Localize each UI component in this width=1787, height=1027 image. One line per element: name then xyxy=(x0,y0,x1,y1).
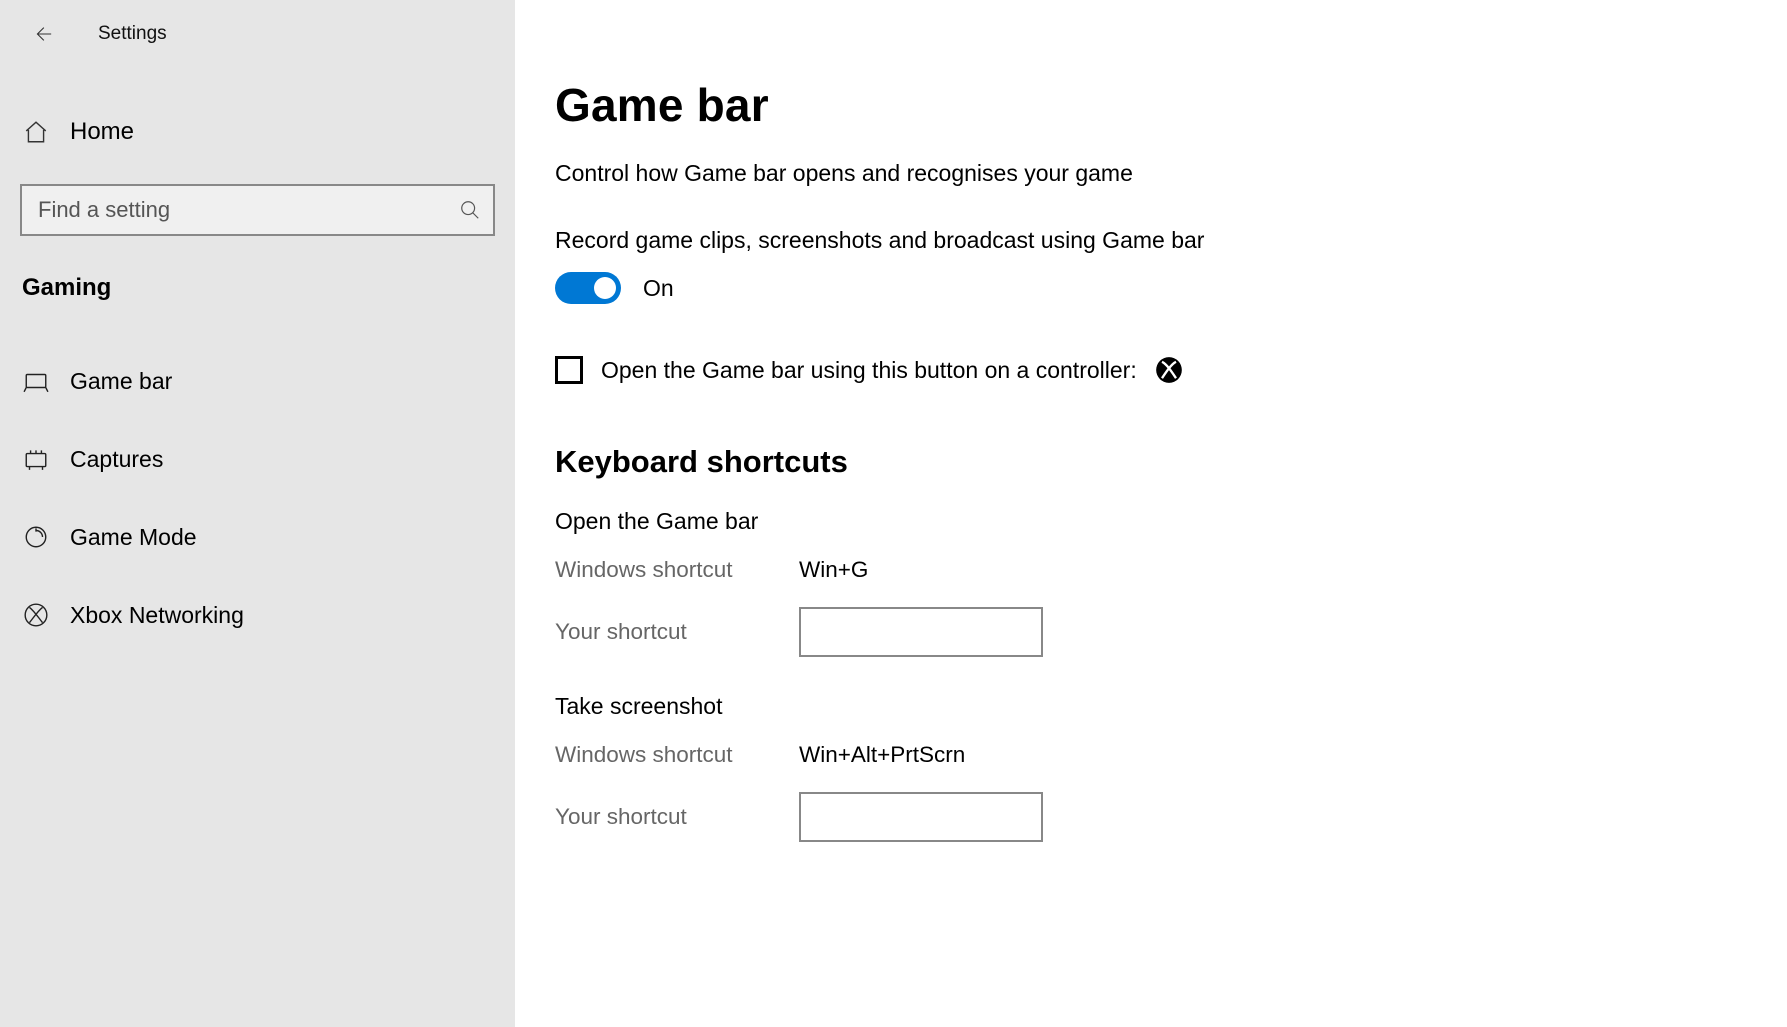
search-container xyxy=(20,184,495,236)
xbox-logo-icon xyxy=(1155,356,1183,384)
game-mode-icon xyxy=(22,524,50,550)
app-title: Settings xyxy=(98,23,167,45)
controller-checkbox-row: Open the Game bar using this button on a… xyxy=(555,356,1727,384)
your-shortcut-input[interactable] xyxy=(799,792,1043,842)
shortcut-group-take-screenshot: Take screenshot Windows shortcut Win+Alt… xyxy=(555,693,1727,842)
windows-shortcut-label: Windows shortcut xyxy=(555,557,799,583)
sidebar-item-game-bar[interactable]: Game bar xyxy=(0,342,515,420)
controller-checkbox[interactable] xyxy=(555,356,583,384)
your-shortcut-input[interactable] xyxy=(799,607,1043,657)
controller-checkbox-label: Open the Game bar using this button on a… xyxy=(601,357,1137,384)
main-content: Game bar Control how Game bar opens and … xyxy=(515,0,1787,1027)
shortcut-title: Open the Game bar xyxy=(555,508,1727,535)
sidebar-item-label: Game Mode xyxy=(70,524,197,551)
shortcut-title: Take screenshot xyxy=(555,693,1727,720)
shortcut-row-user: Your shortcut xyxy=(555,792,1727,842)
back-button[interactable] xyxy=(22,14,62,54)
captures-icon xyxy=(22,446,50,472)
page-title: Game bar xyxy=(555,78,1727,132)
home-icon xyxy=(22,119,50,145)
shortcuts-heading: Keyboard shortcuts xyxy=(555,444,1727,480)
sidebar-header: Settings xyxy=(0,10,515,58)
your-shortcut-label: Your shortcut xyxy=(555,804,799,830)
shortcut-row-user: Your shortcut xyxy=(555,607,1727,657)
windows-shortcut-value: Win+Alt+PrtScrn xyxy=(799,742,965,768)
sidebar-item-home[interactable]: Home xyxy=(0,100,515,164)
search-icon xyxy=(459,199,481,221)
your-shortcut-label: Your shortcut xyxy=(555,619,799,645)
windows-shortcut-value: Win+G xyxy=(799,557,868,583)
record-toggle-row: On xyxy=(555,272,1727,304)
search-input[interactable] xyxy=(20,184,495,236)
record-toggle-state: On xyxy=(643,275,674,302)
sidebar-item-label: Captures xyxy=(70,446,163,473)
shortcut-group-open-game-bar: Open the Game bar Windows shortcut Win+G… xyxy=(555,508,1727,657)
sidebar: Settings Home Gaming Game bar Captures xyxy=(0,0,515,1027)
page-subtitle: Control how Game bar opens and recognise… xyxy=(555,160,1727,187)
category-label: Gaming xyxy=(22,274,515,302)
xbox-networking-icon xyxy=(22,602,50,628)
game-bar-icon xyxy=(22,368,50,394)
sidebar-item-game-mode[interactable]: Game Mode xyxy=(0,498,515,576)
home-label: Home xyxy=(70,118,134,146)
record-toggle-label: Record game clips, screenshots and broad… xyxy=(555,227,1727,254)
nav-list: Game bar Captures Game Mode Xbox Network… xyxy=(0,342,515,654)
sidebar-item-label: Game bar xyxy=(70,368,172,395)
record-toggle-block: Record game clips, screenshots and broad… xyxy=(555,227,1727,304)
windows-shortcut-label: Windows shortcut xyxy=(555,742,799,768)
sidebar-item-captures[interactable]: Captures xyxy=(0,420,515,498)
back-arrow-icon xyxy=(31,23,53,45)
sidebar-item-xbox-networking[interactable]: Xbox Networking xyxy=(0,576,515,654)
sidebar-item-label: Xbox Networking xyxy=(70,602,244,629)
record-toggle[interactable] xyxy=(555,272,621,304)
shortcut-row-windows: Windows shortcut Win+G xyxy=(555,545,1727,595)
shortcut-row-windows: Windows shortcut Win+Alt+PrtScrn xyxy=(555,730,1727,780)
